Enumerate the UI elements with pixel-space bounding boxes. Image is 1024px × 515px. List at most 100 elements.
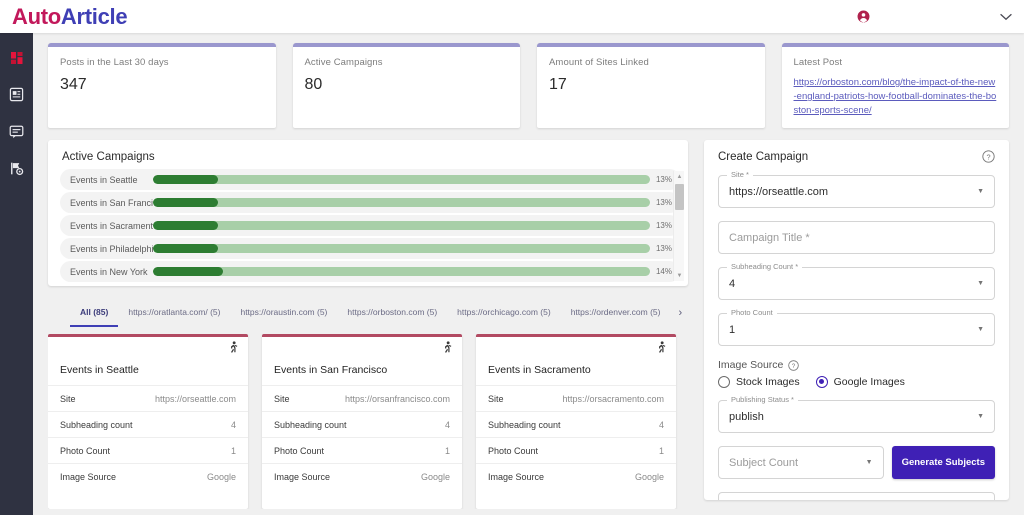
chat-message-icon	[9, 125, 24, 139]
logo-text-auto: Auto	[12, 3, 61, 29]
progress-track	[153, 244, 650, 253]
progress-track	[153, 267, 650, 276]
running-person-icon	[444, 341, 452, 353]
progress-row: Events in Sacramento 13%	[60, 215, 680, 236]
subject-count-select[interactable]: Subject Count ▼	[718, 446, 884, 479]
scroll-down-arrow-icon[interactable]: ▼	[674, 270, 685, 281]
tab-ordenver[interactable]: https://ordenver.com (5)	[561, 300, 671, 327]
field-value-site: https://orsacramento.com	[562, 394, 664, 404]
image-source-header: Image Source ?	[718, 359, 995, 371]
campaign-card-site-row: Site https://orsacramento.com	[476, 385, 676, 411]
field-value-photo: 1	[230, 446, 236, 456]
field-label-image-source: Image Source	[274, 472, 331, 482]
main-content-area: Posts in the Last 30 days 347 Active Cam…	[33, 33, 1024, 515]
subjects-input[interactable]: Subjects *	[718, 492, 995, 500]
dropdown-caret-icon: ▼	[977, 326, 984, 333]
stat-value: 347	[60, 76, 87, 93]
site-select-field[interactable]: Site * https://orseattle.com ▼	[718, 170, 995, 208]
subject-count-row: Subject Count ▼ Generate Subjects	[718, 446, 995, 479]
app-logo[interactable]: AutoArticle	[12, 3, 128, 30]
tab-orboston[interactable]: https://orboston.com (5)	[337, 300, 447, 327]
stat-label: Amount of Sites Linked	[549, 57, 649, 68]
campaign-card[interactable]: Events in San Francisco Site https://ors…	[262, 334, 462, 509]
help-circle-icon[interactable]: ?	[982, 150, 995, 163]
campaign-card-site-row: Site https://orseattle.com	[48, 385, 248, 411]
campaign-card-photo-row: Photo Count 1	[48, 437, 248, 463]
stat-card-sites-linked: Amount of Sites Linked 17	[537, 43, 765, 128]
campaign-card-subheading-row: Subheading count 4	[476, 411, 676, 437]
field-label-site: Site	[60, 394, 76, 404]
svg-text:?: ?	[792, 362, 796, 369]
field-value-image-source: Google	[206, 472, 236, 482]
campaign-card-imagesource-row: Image Source Google	[262, 463, 462, 489]
active-campaigns-panel: Active Campaigns Events in Seattle 13% E…	[48, 140, 688, 286]
dropdown-caret-icon: ▼	[977, 413, 984, 420]
tab-oraustin[interactable]: https://oraustin.com (5)	[230, 300, 337, 327]
account-circle-icon	[857, 10, 870, 23]
field-value-subheading: 4	[658, 420, 664, 430]
progress-label: Events in Sacramento	[70, 220, 153, 231]
field-value-site: https://orsanfrancisco.com	[344, 394, 450, 404]
card-status-row	[476, 337, 676, 357]
photo-count-select[interactable]: Photo Count 1 ▼	[718, 308, 995, 346]
logo-text-article: Article	[60, 3, 128, 29]
field-label-photo: Photo Count	[488, 446, 539, 456]
image-source-radio-group: Stock Images Google Images	[718, 376, 995, 388]
field-label-subheading: Subheading count	[60, 420, 133, 430]
chevron-down-icon	[1000, 13, 1012, 20]
publishing-status-label: Publishing Status *	[727, 395, 798, 404]
card-status-row	[262, 337, 462, 357]
field-value-subheading: 4	[230, 420, 236, 430]
latest-post-link[interactable]: https://orboston.com/blog/the-impact-of-…	[794, 76, 998, 118]
campaign-progress-list: Events in Seattle 13% Events in San Fran…	[48, 169, 688, 286]
stat-cards-row: Posts in the Last 30 days 347 Active Cam…	[33, 43, 1024, 128]
field-value-site: https://orseattle.com	[154, 394, 236, 404]
radio-google-images[interactable]: Google Images	[815, 376, 905, 388]
progress-row: Events in New York 14%	[60, 261, 680, 282]
campaign-card-title: Events in Sacramento	[488, 364, 591, 376]
help-circle-icon[interactable]: ?	[788, 359, 800, 371]
running-person-icon	[230, 341, 238, 353]
field-label-image-source: Image Source	[60, 472, 117, 482]
chevron-right-icon[interactable]: ›	[670, 307, 688, 319]
field-value-photo: 1	[444, 446, 450, 456]
sidebar-item-articles[interactable]	[0, 78, 33, 111]
campaign-card[interactable]: Events in Sacramento Site https://orsacr…	[476, 334, 676, 509]
radio-stock-images-label: Stock Images	[736, 376, 800, 388]
campaigns-scrollbar[interactable]: ▲ ▼	[673, 171, 684, 281]
subheading-field-label: Subheading Count *	[727, 262, 803, 271]
account-button[interactable]	[851, 10, 876, 23]
header-actions	[851, 0, 1024, 33]
sidebar-item-dashboard[interactable]	[0, 41, 33, 74]
field-label-image-source: Image Source	[488, 472, 545, 482]
right-column: Create Campaign ? Site * https://orseatt…	[704, 140, 1009, 500]
sidebar-item-messages[interactable]	[0, 115, 33, 148]
tab-all[interactable]: All (85)	[70, 300, 119, 327]
site-field-label: Site *	[727, 170, 753, 179]
image-source-label: Image Source	[718, 359, 784, 371]
subheading-count-select[interactable]: Subheading Count * 4 ▼	[718, 262, 995, 300]
header-menu-toggle[interactable]	[994, 13, 1024, 21]
campaign-title-input[interactable]: Campaign Title *	[718, 221, 995, 254]
field-value-image-source: Google	[634, 472, 664, 482]
radio-stock-images[interactable]: Stock Images	[718, 376, 800, 388]
radio-circle-selected-icon	[815, 376, 828, 388]
campaign-card-subheading-row: Subheading count 4	[48, 411, 248, 437]
sidebar-item-settings[interactable]	[0, 152, 33, 185]
scroll-up-arrow-icon[interactable]: ▲	[674, 171, 685, 182]
campaign-card[interactable]: Events in Seattle Site https://orseattle…	[48, 334, 248, 509]
generate-subjects-button[interactable]: Generate Subjects	[891, 446, 995, 479]
field-value-image-source: Google	[420, 472, 450, 482]
scrollbar-thumb[interactable]	[675, 184, 684, 210]
stat-card-latest-post: Latest Post https://orboston.com/blog/th…	[781, 43, 1009, 128]
dropdown-caret-icon: ▼	[977, 188, 984, 195]
publishing-status-select[interactable]: Publishing Status * publish ▼	[718, 395, 995, 433]
radio-circle-icon	[718, 376, 730, 388]
active-campaigns-title: Active Campaigns	[62, 151, 155, 163]
tab-oratlanta[interactable]: https://oratlanta.com/ (5)	[118, 300, 230, 327]
progress-fill	[153, 198, 218, 207]
campaign-card-title: Events in Seattle	[60, 364, 139, 376]
tab-orchicago[interactable]: https://orchicago.com (5)	[447, 300, 561, 327]
stat-card-active-campaigns: Active Campaigns 80	[292, 43, 520, 128]
progress-fill	[153, 175, 218, 184]
